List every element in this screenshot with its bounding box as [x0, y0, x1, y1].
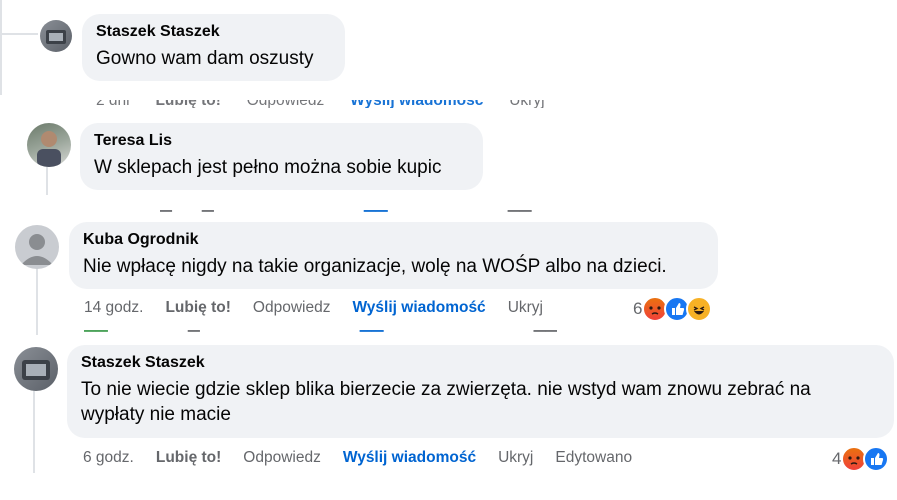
- avatar[interactable]: [27, 123, 71, 167]
- reply-link[interactable]: Odpowiedz: [243, 449, 321, 467]
- thread-line: [46, 165, 48, 195]
- time-label[interactable]: 6 godz.: [83, 449, 134, 467]
- comment-author[interactable]: Staszek Staszek: [81, 353, 880, 373]
- send-message-link[interactable]: Wyślij wiadomość: [343, 449, 476, 467]
- avatar[interactable]: [14, 347, 58, 391]
- send-message-link[interactable]: Wyślij wiadomość: [352, 299, 485, 317]
- reply-link[interactable]: Odpowiedz: [253, 299, 331, 317]
- reaction-count: 4: [832, 449, 842, 468]
- hide-link[interactable]: Ukryj: [509, 100, 544, 108]
- reply-link[interactable]: Odpowiedz: [247, 100, 325, 108]
- comment-bubble: Teresa Lis W sklepach jest pełno można s…: [80, 123, 483, 190]
- like-link[interactable]: Lubię to!: [165, 299, 230, 317]
- comment-author[interactable]: Teresa Lis: [94, 131, 469, 151]
- comment-text: W sklepach jest pełno można sobie kupic: [94, 157, 442, 178]
- like-link[interactable]: Lubię to!: [156, 449, 221, 467]
- clipped-content: ▔▔▔▔▔▔▔: [84, 330, 557, 336]
- like-reaction-icon: [863, 446, 890, 472]
- send-message-link[interactable]: Wyślij wiadomość: [350, 100, 483, 108]
- thread-line: [36, 265, 38, 335]
- comment-bubble: Staszek Staszek Gowno wam dam oszusty: [82, 14, 345, 81]
- comment-bubble: Staszek Staszek To nie wiecie gdzie skle…: [67, 345, 894, 438]
- comment-actions: 6 godz. Lubię to! Odpowiedz Wyślij wiado…: [83, 449, 654, 467]
- cut-off-actions: ▁▁: [150, 0, 368, 2]
- thread-line: [33, 388, 35, 473]
- comment-text: Nie wpłacę nigdy na takie organizacje, w…: [83, 256, 667, 277]
- hide-link[interactable]: Ukryj: [508, 299, 543, 317]
- comment-text-line: To nie wiecie gdzie sklep blika bierzeci…: [81, 379, 811, 400]
- comment-text: Gowno wam dam oszusty: [96, 48, 314, 69]
- comment-text-line: wypłaty nie macie: [81, 404, 231, 425]
- comment-actions-clipped: 2 dni Lubię to! Odpowiedz Wyślij wiadomo…: [96, 100, 545, 108]
- time-label[interactable]: 14 godz.: [84, 299, 143, 317]
- like-link[interactable]: Lubię to!: [155, 100, 220, 108]
- comment-actions-clipped: ▔▔▔▔▔▔: [160, 210, 532, 215]
- edited-label[interactable]: Edytowano: [555, 449, 632, 467]
- reaction-count: 6: [633, 299, 643, 318]
- avatar[interactable]: [40, 20, 72, 52]
- comment-text: To nie wiecie gdzie sklep blika bierzeci…: [81, 377, 880, 427]
- comment-actions: 14 godz. Lubię to! Odpowiedz Wyślij wiad…: [84, 299, 565, 317]
- reactions-summary[interactable]: 6: [633, 296, 713, 322]
- avatar[interactable]: [15, 225, 59, 269]
- time-label: 2 dni: [96, 100, 130, 108]
- avatar-photo-icon: [22, 360, 50, 380]
- thread-line: [0, 33, 38, 35]
- hide-link[interactable]: Ukryj: [498, 449, 533, 467]
- comment-author[interactable]: Staszek Staszek: [96, 22, 331, 42]
- comment-author[interactable]: Kuba Ogrodnik: [83, 230, 704, 250]
- avatar-photo-icon: [46, 30, 66, 44]
- avatar-photo-icon: [37, 131, 61, 167]
- reactions-summary[interactable]: 4: [832, 446, 890, 472]
- default-user-icon: [21, 234, 53, 265]
- comment-bubble: Kuba Ogrodnik Nie wpłacę nigdy na takie …: [69, 222, 718, 289]
- haha-reaction-icon: [686, 296, 713, 322]
- thread-line: [0, 0, 2, 95]
